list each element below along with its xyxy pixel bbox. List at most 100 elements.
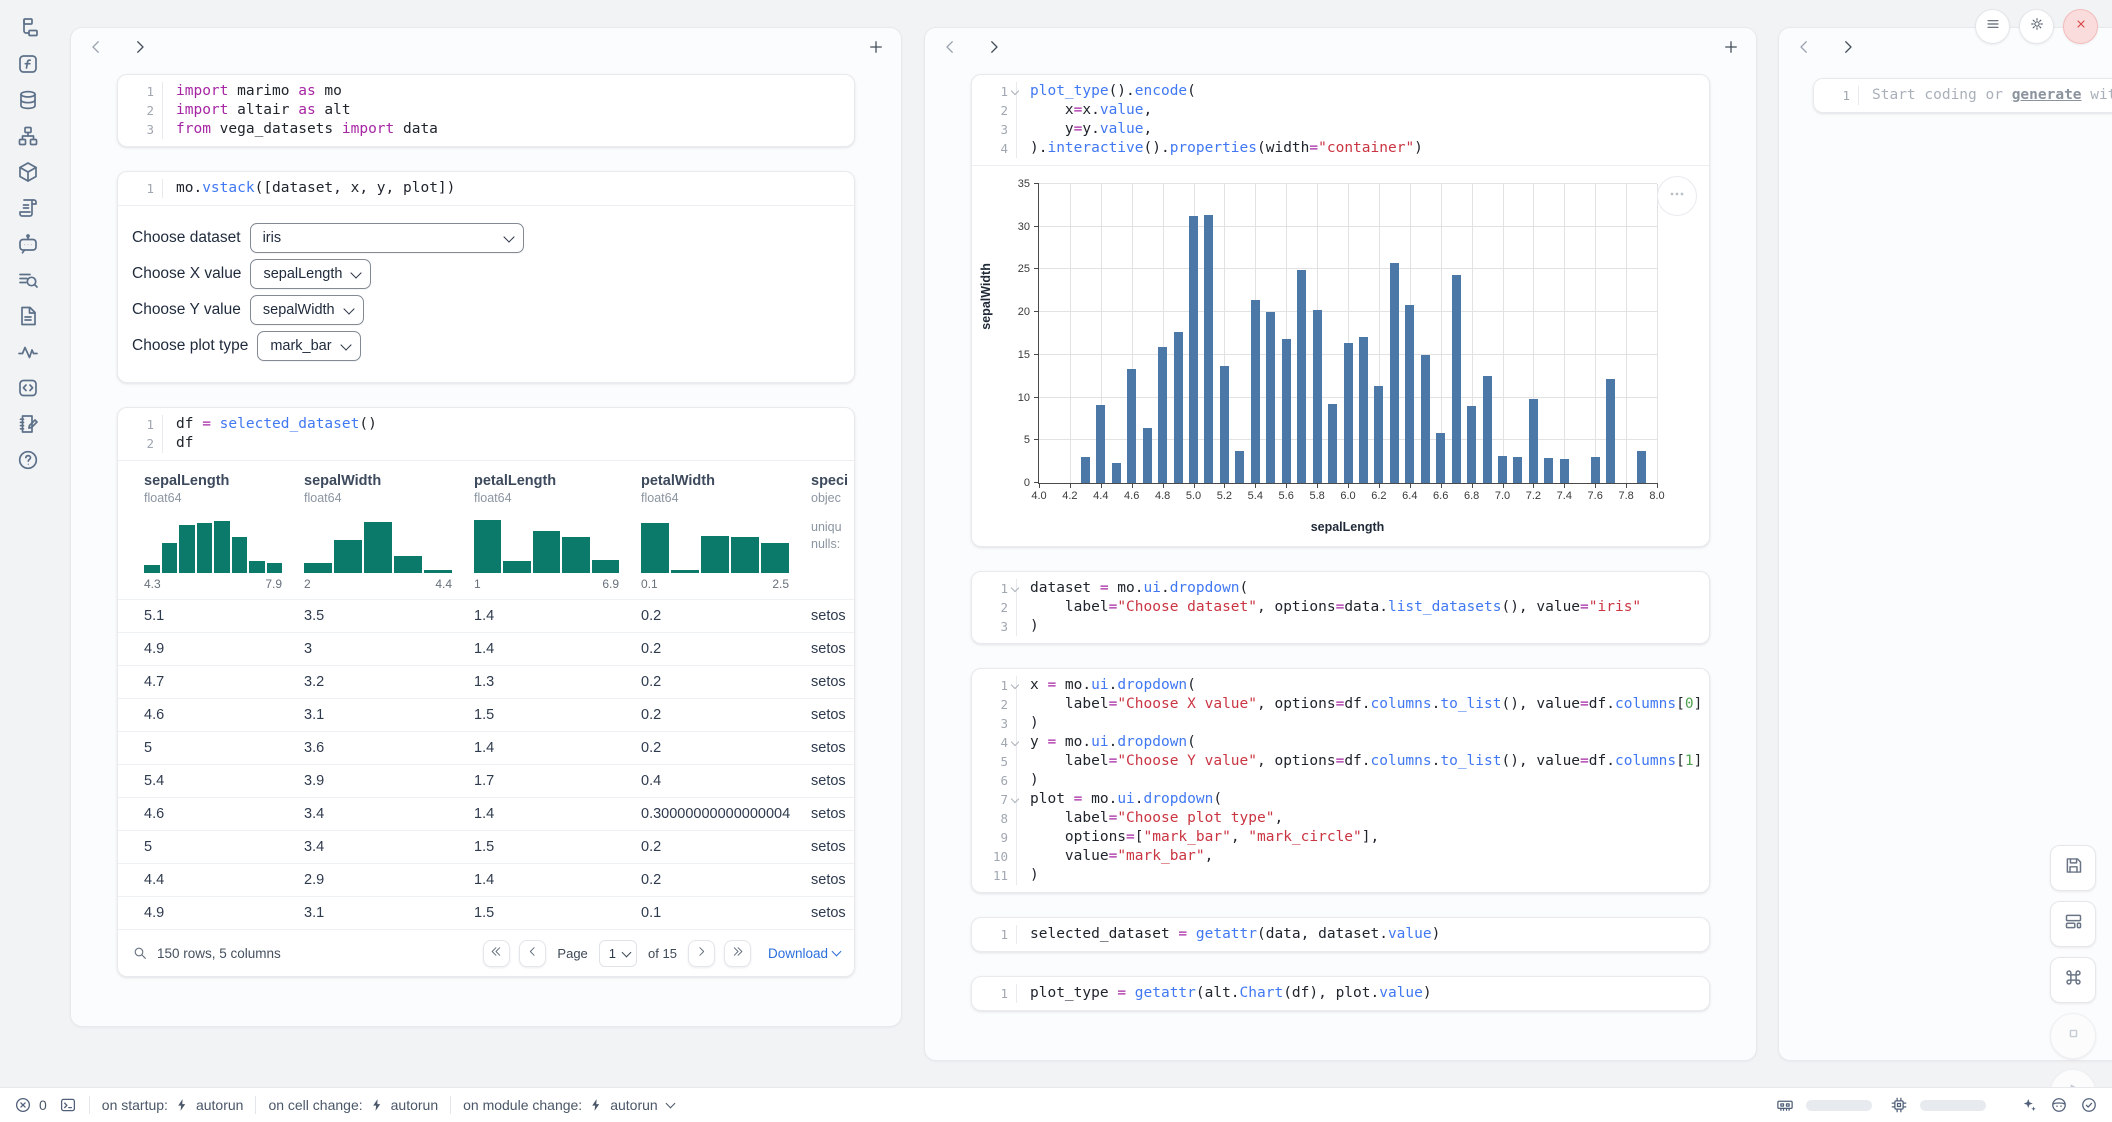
function-square-icon[interactable] xyxy=(16,52,40,76)
chart-bar xyxy=(1452,275,1461,483)
table-row[interactable]: 53.61.40.2setos xyxy=(118,731,854,764)
dataframe-output: sepalLengthfloat644.37.9sepalWidthfloat6… xyxy=(118,460,854,976)
prev-page-button[interactable] xyxy=(519,940,546,967)
add-cell-icon[interactable] xyxy=(867,38,885,56)
connection-status-icon[interactable] xyxy=(2080,1096,2098,1114)
database-icon[interactable] xyxy=(16,88,40,112)
table-row[interactable]: 53.41.50.2setos xyxy=(118,830,854,863)
column-header[interactable]: sepalLengthfloat644.37.9 xyxy=(144,473,304,591)
code-line: 10 value="mark_bar", xyxy=(972,847,1709,866)
altair-chart[interactable]: sepalWidth 051015202530354.04.24.44.64.8… xyxy=(972,166,1709,546)
page-select[interactable]: 1 xyxy=(599,940,637,967)
column-header[interactable]: petalLengthfloat6416.9 xyxy=(474,473,641,591)
chart-bar xyxy=(1544,458,1553,483)
column-prev-icon[interactable] xyxy=(1795,38,1813,56)
stop-button[interactable] xyxy=(2050,1013,2096,1059)
table-row[interactable]: 4.63.41.40.30000000000000004setos xyxy=(118,797,854,830)
chart-bar xyxy=(1266,312,1275,483)
column-next-icon[interactable] xyxy=(1839,38,1857,56)
ram-icon xyxy=(1776,1096,1794,1114)
generate-with-ai-link[interactable]: generate xyxy=(2012,87,2082,103)
page-label: Page xyxy=(557,946,587,961)
save-button[interactable] xyxy=(2050,845,2096,891)
code-editor[interactable]: 1 Start coding or generate with xyxy=(1814,79,2112,112)
code-editor[interactable]: 1selected_dataset = getattr(data, datase… xyxy=(972,918,1709,951)
terminal-icon[interactable] xyxy=(59,1096,77,1114)
code-editor[interactable]: 1df = selected_dataset()2df xyxy=(118,408,854,460)
status-bar: 0 on startup:autorun on cell change:autor… xyxy=(0,1087,2112,1122)
code-editor[interactable]: 1plot_type().encode(2 x=x.value,3 y=y.va… xyxy=(972,75,1709,165)
search-icon[interactable] xyxy=(132,945,148,961)
cpu-icon xyxy=(1890,1096,1908,1114)
table-row[interactable]: 4.93.11.50.1setos xyxy=(118,896,854,929)
shutdown-button[interactable] xyxy=(2063,9,2098,44)
table-row[interactable]: 4.931.40.2setos xyxy=(118,632,854,665)
chatbot-icon[interactable] xyxy=(16,232,40,256)
file-tree-icon[interactable] xyxy=(16,16,40,40)
add-cell-icon[interactable] xyxy=(1722,38,1740,56)
document-icon[interactable] xyxy=(16,304,40,328)
dropdown[interactable]: iris xyxy=(250,223,524,253)
help-icon[interactable] xyxy=(16,448,40,472)
last-page-button[interactable] xyxy=(724,940,751,967)
column-header[interactable]: speciobjecuniqunulls: xyxy=(811,473,854,591)
code-cell-imports: 1import marimo as mo2import altair as al… xyxy=(117,74,855,147)
table-row[interactable]: 5.43.91.70.4setos xyxy=(118,764,854,797)
layout-button[interactable] xyxy=(2050,901,2096,947)
chart-bar xyxy=(1405,305,1414,483)
activity-icon[interactable] xyxy=(16,340,40,364)
table-row[interactable]: 5.13.51.40.2setos xyxy=(118,599,854,632)
column-prev-icon[interactable] xyxy=(941,38,959,56)
code-editor[interactable]: 1plot_type = getattr(alt.Chart(df), plot… xyxy=(972,977,1709,1010)
chart-bar xyxy=(1174,332,1183,483)
chart-bar xyxy=(1421,355,1430,483)
form-field: Choose plot type mark_bar xyxy=(132,328,840,364)
column-header[interactable]: petalWidthfloat640.12.5 xyxy=(641,473,811,591)
chart-plot-area[interactable]: 051015202530354.04.24.44.64.85.05.25.45.… xyxy=(1038,184,1657,484)
column-header[interactable]: sepalWidthfloat6424.4 xyxy=(304,473,474,591)
search-list-icon[interactable] xyxy=(16,268,40,292)
chart-bar xyxy=(1560,459,1569,483)
table-row[interactable]: 4.73.21.30.2setos xyxy=(118,665,854,698)
script-icon[interactable] xyxy=(16,196,40,220)
next-page-button[interactable] xyxy=(688,940,715,967)
column-next-icon[interactable] xyxy=(985,38,1003,56)
download-button[interactable]: Download xyxy=(768,946,840,961)
copilot-icon[interactable] xyxy=(2050,1096,2068,1114)
command-palette-button[interactable] xyxy=(2050,957,2096,1003)
code-cell-dataframe: 1df = selected_dataset()2df sepalLengthf… xyxy=(117,407,855,977)
column-prev-icon[interactable] xyxy=(87,38,105,56)
table-row[interactable]: 4.63.11.50.2setos xyxy=(118,698,854,731)
code-editor[interactable]: 1dataset = mo.ui.dropdown(2 label="Choos… xyxy=(972,572,1709,643)
runtime-config-item[interactable]: on module change:autorun xyxy=(463,1097,674,1113)
dropdown-form: Choose datasetirisChoose X valuesepalLen… xyxy=(118,206,854,382)
errors-indicator[interactable]: 0 xyxy=(14,1096,47,1114)
table-row[interactable]: 4.42.91.40.2setos xyxy=(118,863,854,896)
dropdown[interactable]: sepalWidth xyxy=(250,295,364,325)
package-icon[interactable] xyxy=(16,160,40,184)
first-page-button[interactable] xyxy=(483,940,510,967)
activity-sidebar xyxy=(0,0,56,1104)
runtime-config-item[interactable]: on startup:autorun xyxy=(102,1097,244,1113)
chart-bar xyxy=(1158,347,1167,483)
scratchpad-icon[interactable] xyxy=(16,412,40,436)
chart-bar xyxy=(1374,386,1383,483)
dropdown[interactable]: mark_bar xyxy=(257,331,360,361)
code-editor[interactable]: 1import marimo as mo2import altair as al… xyxy=(118,75,854,146)
code-editor[interactable]: 1mo.vstack([dataset, x, y, plot]) xyxy=(118,172,854,205)
dropdown[interactable]: sepalLength xyxy=(250,259,371,289)
runtime-config-item[interactable]: on cell change:autorun xyxy=(268,1097,438,1113)
chart-menu-button[interactable] xyxy=(1657,176,1697,216)
code-editor[interactable]: 1x = mo.ui.dropdown(2 label="Choose X va… xyxy=(972,669,1709,892)
settings-button[interactable] xyxy=(2019,9,2054,44)
chart-bar xyxy=(1513,457,1522,483)
editor-placeholder: Start coding or generate with xyxy=(1858,86,2112,105)
code-cell-plot: 1plot_type().encode(2 x=x.value,3 y=y.va… xyxy=(971,74,1710,547)
menu-button[interactable] xyxy=(1975,9,2010,44)
column-next-icon[interactable] xyxy=(131,38,149,56)
code-line: 1dataset = mo.ui.dropdown( xyxy=(972,579,1709,598)
ai-sparkles-icon[interactable] xyxy=(2020,1096,2038,1114)
schema-icon[interactable] xyxy=(16,124,40,148)
dropdown-label: Choose plot type xyxy=(132,337,248,355)
code-snippets-icon[interactable] xyxy=(16,376,40,400)
